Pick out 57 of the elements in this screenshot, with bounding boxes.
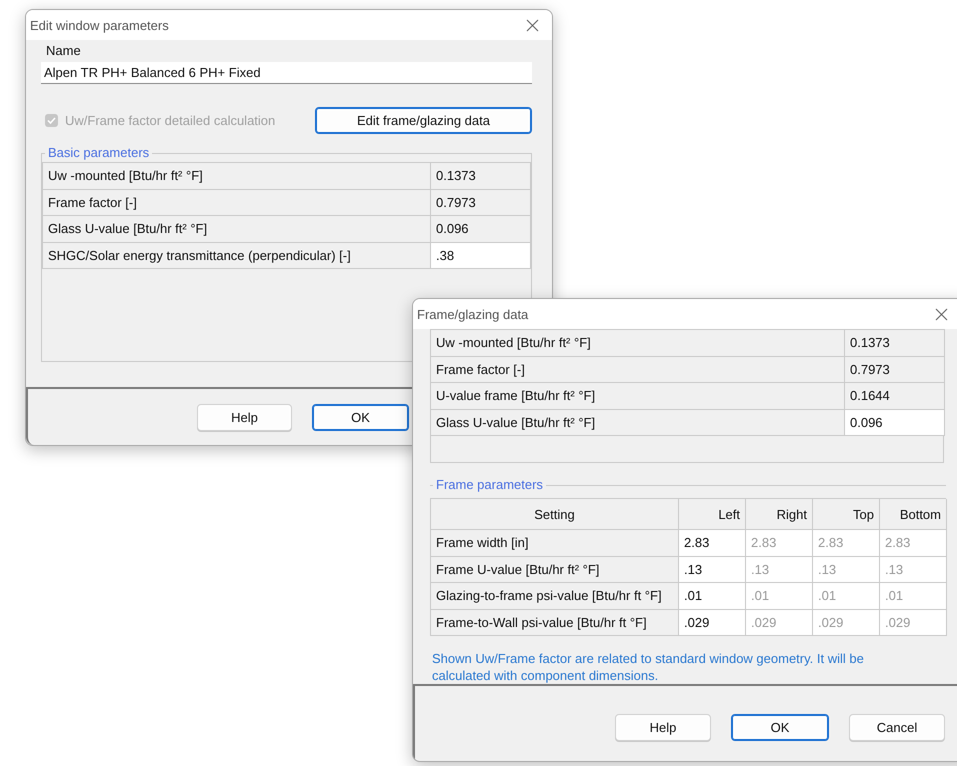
parameter-value[interactable]: 0.096	[845, 410, 945, 436]
window-title: Frame/glazing data	[417, 306, 528, 322]
parameter-value: 0.1373	[431, 163, 531, 190]
parameter-value[interactable]: 2.83	[679, 530, 746, 556]
column-header: Right	[746, 499, 813, 530]
dialog-button[interactable]: OK	[312, 404, 409, 430]
parameter-label: Frame U-value [Btu/hr ft² °F]	[431, 556, 679, 583]
column-header: Top	[813, 499, 880, 530]
parameter-label: U-value frame [Btu/hr ft² °F]	[431, 383, 845, 410]
dialog-button[interactable]: Help	[197, 404, 292, 430]
column-header: Bottom	[880, 499, 947, 530]
parameter-value: .13	[813, 556, 880, 583]
window-title: Edit window parameters	[30, 18, 169, 32]
parameter-value: .13	[746, 556, 813, 583]
parameter-value: 2.83	[746, 530, 813, 556]
dialog-button[interactable]: Cancel	[849, 714, 945, 740]
edit-frame-glazing-button[interactable]: Edit frame/glazing data	[315, 107, 532, 134]
parameter-label: Glazing-to-frame psi-value [Btu/hr ft °F]	[431, 583, 679, 610]
parameter-label: Glass U-value [Btu/hr ft² °F]	[43, 216, 431, 242]
dialog-button[interactable]: Help	[615, 714, 711, 740]
parameter-value: .01	[880, 583, 947, 610]
parameter-value: .01	[746, 583, 813, 610]
column-header: Setting	[431, 499, 679, 530]
parameter-label: Uw -mounted [Btu/hr ft² °F]	[431, 330, 845, 356]
parameter-value[interactable]: .38	[431, 242, 531, 269]
checkbox-label: Uw/Frame factor detailed calculation	[65, 113, 276, 128]
column-header: Left	[679, 499, 746, 530]
parameter-value[interactable]: .029	[679, 610, 746, 636]
parameter-value[interactable]: .01	[679, 583, 746, 610]
close-icon	[934, 308, 948, 320]
parameter-label: Uw -mounted [Btu/hr ft² °F]	[43, 163, 431, 190]
parameter-value: .01	[813, 583, 880, 610]
parameter-value: .029	[880, 610, 947, 636]
parameter-label: Glass U-value [Btu/hr ft² °F]	[431, 410, 845, 436]
parameter-value: .029	[746, 610, 813, 636]
parameter-value: .13	[880, 556, 947, 583]
dialog-button[interactable]: OK	[731, 714, 829, 740]
parameter-value[interactable]: .13	[679, 556, 746, 583]
parameter-value: 2.83	[880, 530, 947, 556]
parameter-label: Frame-to-Wall psi-value [Btu/hr ft °F]	[431, 610, 679, 636]
parameter-value: 0.7973	[431, 190, 531, 216]
parameter-label: Frame factor [-]	[43, 190, 431, 216]
parameter-value: .029	[813, 610, 880, 636]
group-title: Basic parameters	[45, 145, 152, 160]
parameter-label: Frame width [in]	[431, 530, 679, 556]
parameter-value: 2.83	[813, 530, 880, 556]
close-icon	[526, 18, 538, 32]
parameter-value: 0.1644	[845, 383, 945, 410]
info-note: Shown Uw/Frame factor are related to standard window geometry. It will be calculated with component dimensions.	[432, 650, 865, 684]
parameter-label: Frame factor [-]	[431, 356, 845, 383]
parameter-value: 0.1373	[845, 330, 945, 356]
parameter-label: SHGC/Solar energy transmittance (perpendicular) [-]	[43, 242, 431, 269]
parameter-value: 0.7973	[845, 356, 945, 383]
group-title: Frame parameters	[433, 477, 546, 492]
parameter-value: 0.096	[431, 216, 531, 242]
name-label: Name	[46, 43, 82, 58]
name-field[interactable]: Alpen TR PH+ Balanced 6 PH+ Fixed	[41, 62, 532, 84]
